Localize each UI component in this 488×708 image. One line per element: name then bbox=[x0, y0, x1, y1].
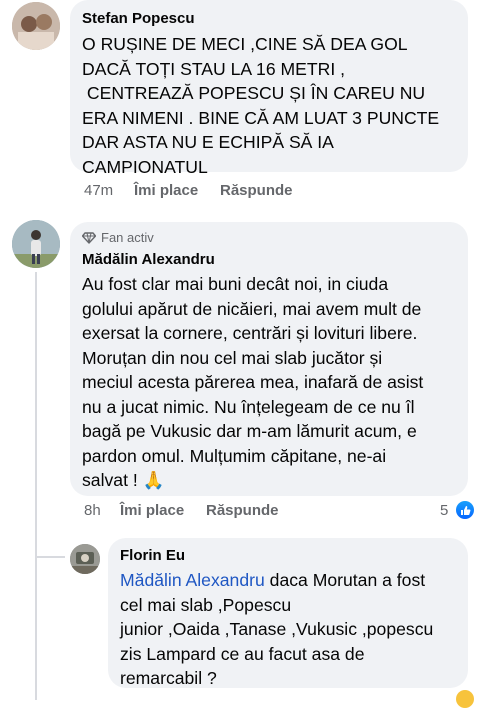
comment-bubble: Fan activ Mădălin Alexandru Au fost clar… bbox=[70, 222, 468, 496]
avatar-florin-eu[interactable] bbox=[70, 544, 100, 574]
thread-line bbox=[35, 272, 37, 700]
thumbs-up-icon bbox=[460, 505, 470, 515]
diamond-icon bbox=[82, 231, 96, 244]
thread-line-branch bbox=[35, 556, 65, 558]
comment-text: Au fost clar mai buni decât noi, in ciud… bbox=[82, 274, 424, 490]
reply-button[interactable]: Răspunde bbox=[206, 502, 279, 519]
comment-bubble: Stefan Popescu O RUȘINE DE MECI ,CINE SĂ… bbox=[70, 0, 468, 177]
mention-link[interactable]: Mădălin Alexandru bbox=[120, 570, 265, 590]
reply-bubble: Florin Eu Mădălin Alexandru daca Morutan… bbox=[108, 538, 468, 688]
avatar-stefan-popescu[interactable] bbox=[12, 2, 60, 50]
like-button[interactable]: Îmi place bbox=[120, 502, 184, 519]
comment-text: O RUȘINE DE MECI ,CINE SĂ DEA GOL DACĂ T… bbox=[82, 34, 440, 177]
avatar-madalin-alexandru[interactable] bbox=[12, 220, 60, 268]
haha-reaction-icon[interactable] bbox=[456, 690, 474, 708]
avatar-photo-icon bbox=[12, 220, 60, 268]
comment-text: Mădălin Alexandru daca Morutan a fost ce… bbox=[120, 570, 434, 688]
comment-author[interactable]: Stefan Popescu bbox=[82, 10, 454, 27]
fan-badge: Fan activ bbox=[82, 230, 456, 245]
reaction-count[interactable]: 5 bbox=[440, 502, 448, 519]
comment-time[interactable]: 47m bbox=[84, 182, 113, 199]
comment-author[interactable]: Florin Eu bbox=[120, 547, 456, 564]
like-button[interactable]: Îmi place bbox=[134, 182, 198, 199]
avatar-photo-icon bbox=[70, 544, 100, 574]
comment-time[interactable]: 8h bbox=[84, 502, 101, 519]
reply-button[interactable]: Răspunde bbox=[220, 182, 293, 199]
avatar-photo-icon bbox=[12, 2, 60, 50]
like-reaction-icon[interactable] bbox=[456, 501, 474, 519]
badge-label: Fan activ bbox=[101, 230, 154, 245]
comment-author[interactable]: Mădălin Alexandru bbox=[82, 251, 456, 268]
